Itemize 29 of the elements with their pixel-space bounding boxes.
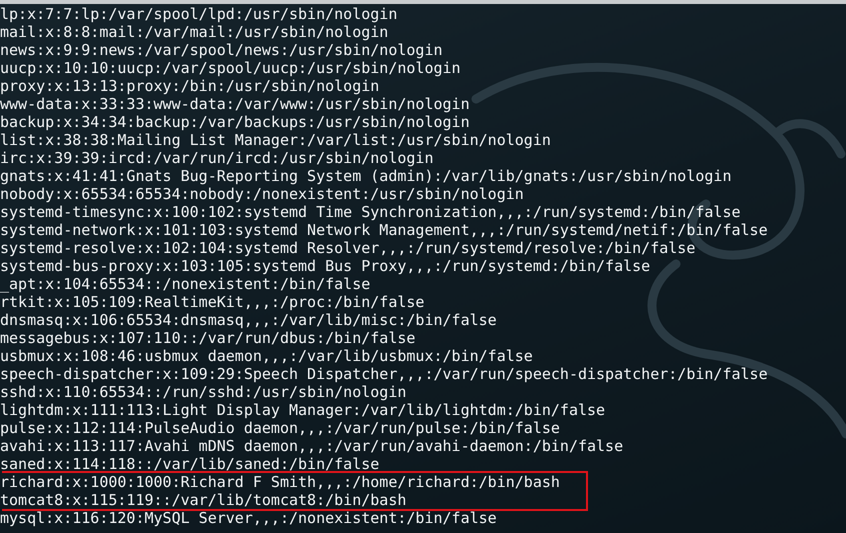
terminal-line: list:x:38:38:Mailing List Manager:/var/list:/usr/sbin/nologin <box>0 131 552 149</box>
terminal-line: tomcat8:x:115:119::/var/lib/tomcat8:/bin/bash <box>0 491 586 509</box>
terminal-line: nobody:x:65534:65534:nobody:/nonexistent:/usr/sbin/nologin <box>0 185 525 203</box>
terminal-line: usbmux:x:108:46:usbmux daemon,,,:/var/lib/usbmux:/bin/false <box>0 347 534 365</box>
terminal-line: pulse:x:112:114:PulseAudio daemon,,,:/var/run/pulse:/bin/false <box>0 419 561 437</box>
terminal-line: systemd-network:x:101:103:systemd Network Management,,,:/run/systemd/netif:/bin/false <box>0 221 769 239</box>
terminal-line: sshd:x:110:65534::/run/sshd:/usr/sbin/nologin <box>0 383 408 401</box>
terminal-line: news:x:9:9:news:/var/spool/news:/usr/sbin/nologin <box>0 41 444 59</box>
terminal-line: lightdm:x:111:113:Light Display Manager:/var/lib/lightdm:/bin/false <box>0 401 606 419</box>
terminal-line: backup:x:34:34:backup:/var/backups:/usr/sbin/nologin <box>0 113 471 131</box>
terminal-line: mail:x:8:8:mail:/var/mail:/usr/sbin/nologin <box>0 23 390 41</box>
terminal-line: speech-dispatcher:x:109:29:Speech Dispatcher,,,:/var/run/speech-dispatcher:/bin/false <box>0 365 769 383</box>
terminal-line: messagebus:x:107:110::/var/run/dbus:/bin/false <box>0 329 416 347</box>
terminal-line: lp:x:7:7:lp:/var/spool/lpd:/usr/sbin/nologin <box>0 5 398 23</box>
terminal-line: uucp:x:10:10:uucp:/var/spool/uucp:/usr/sbin/nologin <box>0 59 462 77</box>
terminal-line: systemd-resolve:x:102:104:systemd Resolver,,,:/run/systemd/resolve:/bin/false <box>0 239 696 257</box>
terminal-line: gnats:x:41:41:Gnats Bug-Reporting System (admin):/var/lib/gnats:/usr/sbin/nologin <box>0 167 732 185</box>
terminal-line: avahi:x:113:117:Avahi mDNS daemon,,,:/var/run/avahi-daemon:/bin/false <box>0 437 624 455</box>
terminal-line: mysql:x:116:120:MySQL Server,,,:/nonexistent:/bin/false <box>0 509 498 527</box>
terminal-line: dnsmasq:x:106:65534:dnsmasq,,,:/var/lib/misc:/bin/false <box>0 311 498 329</box>
terminal-line: richard:x:1000:1000:Richard F Smith,,,:/home/richard:/bin/bash <box>0 473 586 491</box>
terminal-line: systemd-bus-proxy:x:103:105:systemd Bus Proxy,,,:/run/systemd:/bin/false <box>0 257 652 275</box>
terminal-line: rtkit:x:105:109:RealtimeKit,,,:/proc:/bin/false <box>0 293 426 311</box>
terminal-line: _apt:x:104:65534::/nonexistent:/bin/false <box>0 275 372 293</box>
terminal-line: irc:x:39:39:ircd:/var/run/ircd:/usr/sbin/nologin <box>0 149 434 167</box>
terminal-line: proxy:x:13:13:proxy:/bin:/usr/sbin/nologin <box>0 77 380 95</box>
terminal-line: saned:x:114:118::/var/lib/saned:/bin/false <box>0 455 380 473</box>
terminal-line: www-data:x:33:33:www-data:/var/www:/usr/sbin/nologin <box>0 95 471 113</box>
terminal-line: systemd-timesync:x:100:102:systemd Time Synchronization,,,:/run/systemd:/bin/false <box>0 203 742 221</box>
